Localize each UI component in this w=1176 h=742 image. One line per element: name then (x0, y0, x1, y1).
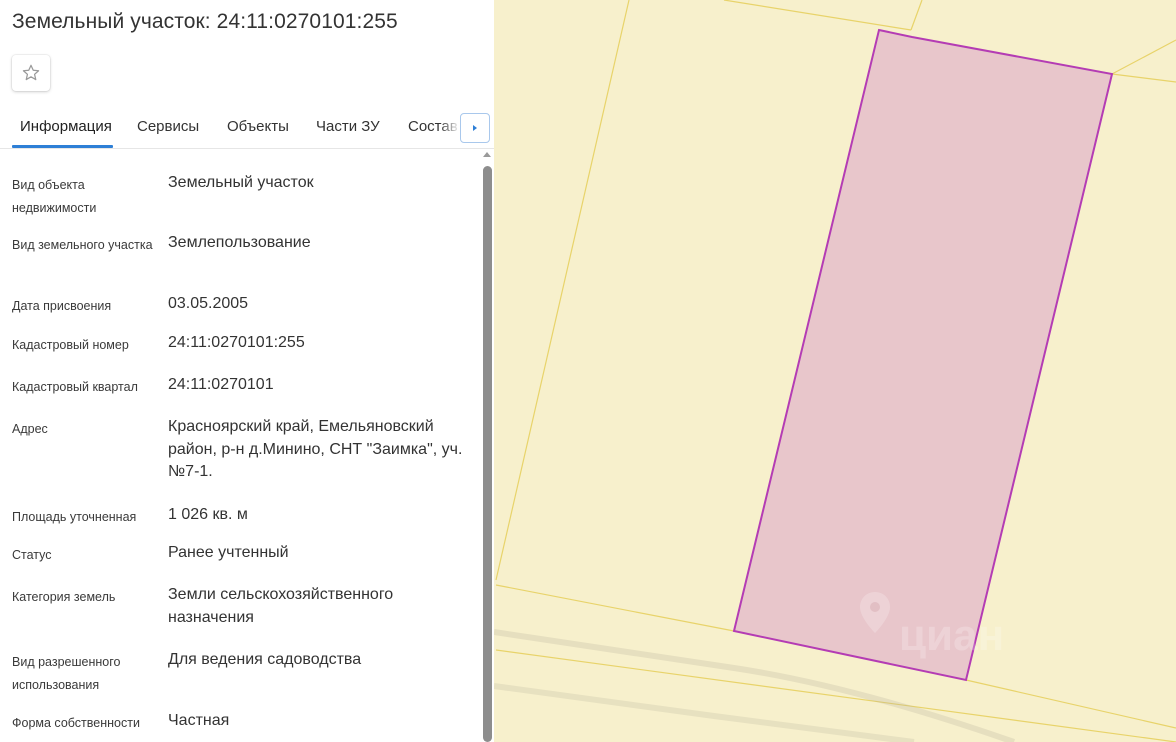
map-view[interactable]: циан (494, 0, 1176, 742)
info-label: Дата присвоения (12, 299, 112, 313)
info-value: Красноярский край, Емельяновский район, … (168, 418, 463, 480)
info-label: Форма собственности (12, 716, 140, 730)
info-value: Ранее учтенный (168, 544, 289, 561)
info-label: Кадастровый номер (12, 338, 129, 352)
scrollbar[interactable] (480, 150, 494, 742)
info-label: Кадастровый квартал (12, 380, 138, 394)
info-value: Земельный участок (168, 174, 314, 191)
info-list: Вид объекта недвижимости Земельный участ… (0, 150, 480, 742)
scroll-up-arrow-icon[interactable] (483, 152, 491, 157)
info-value: 24:11:0270101 (168, 376, 274, 393)
active-tab-indicator (12, 145, 113, 148)
caret-right-icon (473, 125, 477, 131)
info-value: Землепользование (168, 234, 311, 251)
star-outline-icon (22, 64, 40, 81)
info-value: Земли сельскохозяйственного назначения (168, 586, 394, 626)
info-value: 1 026 кв. м (168, 506, 248, 523)
info-label: Адрес (12, 422, 48, 436)
tab-services[interactable]: Сервисы (137, 118, 199, 135)
favorite-button[interactable] (12, 55, 50, 91)
info-value: 24:11:0270101:255 (168, 334, 305, 351)
tab-fade (440, 108, 460, 146)
info-label: Площадь уточненная (12, 510, 137, 524)
info-label: Вид разрешенного использования (12, 655, 121, 692)
page-title: Земельный участок: 24:11:0270101:255 (12, 10, 398, 33)
info-value: 03.05.2005 (168, 295, 249, 312)
watermark-text: циан (899, 611, 1004, 660)
info-label: Статус (12, 548, 52, 562)
info-panel: Земельный участок: 24:11:0270101:255 Инф… (0, 0, 494, 742)
info-label: Категория земель (12, 590, 116, 604)
info-value: Частная (168, 712, 230, 729)
app-root: Земельный участок: 24:11:0270101:255 Инф… (0, 0, 1176, 742)
info-label: Вид объекта недвижимости (12, 178, 97, 215)
info-value: Для ведения садоводства (168, 651, 362, 668)
map-canvas[interactable]: циан (494, 0, 1176, 742)
tab-parcel-parts[interactable]: Части ЗУ (316, 118, 380, 135)
scrollbar-thumb[interactable] (483, 166, 492, 742)
tab-objects[interactable]: Объекты (227, 118, 289, 135)
tab-bar: Информация Сервисы Объекты Части ЗУ Сост… (0, 108, 494, 149)
tab-information[interactable]: Информация (20, 118, 112, 135)
info-label: Вид земельного участка (12, 238, 153, 252)
tabs-scroll-right-button[interactable] (460, 113, 490, 143)
